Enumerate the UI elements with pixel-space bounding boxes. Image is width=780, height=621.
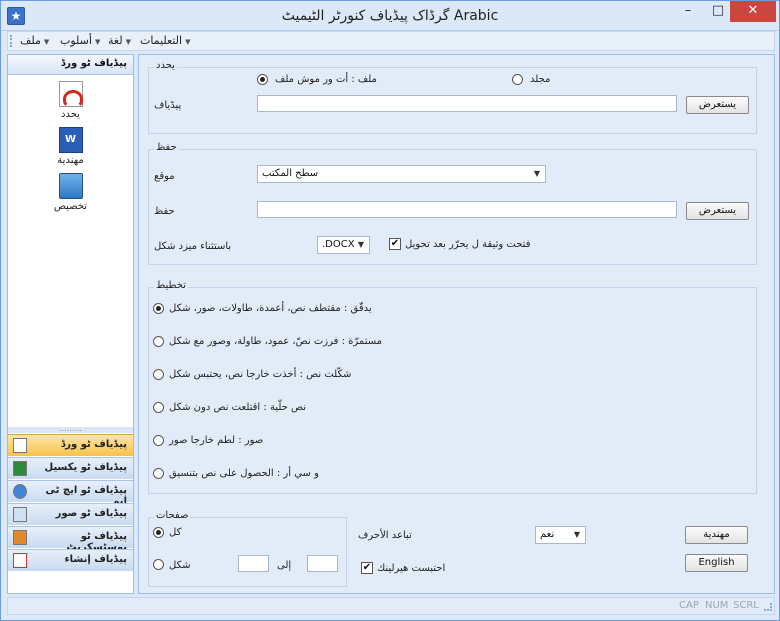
pdf-path-input[interactable] [257, 95, 677, 112]
file-radio[interactable] [257, 74, 268, 85]
menu-file[interactable]: ملف ▼ [20, 34, 49, 47]
nav-pdf-to-html[interactable]: پیڈیاف ٹو ایچ ٹی ایم [8, 480, 133, 507]
save-path-input[interactable] [257, 201, 677, 218]
html-icon [13, 484, 27, 499]
close-button[interactable]: ✕ [730, 1, 776, 22]
menu-bar: التعليمات ▼ لغة ▼ أسلوب ▼ ملف ▼ [7, 31, 775, 51]
chevron-down-icon: ▼ [185, 38, 191, 46]
pdf-label: پیڈیاف [154, 100, 182, 111]
location-select[interactable]: سطح المكتب ▼ [257, 165, 546, 183]
nav-pdf-to-images[interactable]: پیڈیاف ٹو صور [8, 503, 133, 525]
layout-radio-plain-text[interactable] [153, 402, 164, 413]
hyperlink-label: احتبست هيرلينك [377, 563, 446, 574]
page-from-input[interactable] [238, 555, 269, 572]
select-group: يحدد ملف : أت ور موش ملف مجلد پیڈیاف يست… [148, 60, 757, 134]
computer-icon [58, 173, 83, 199]
layout-option-exact: يدقّق : مقتطف نص، أعمدة، طاولات، صور، شك… [169, 303, 372, 314]
chevron-down-icon: ▼ [533, 169, 540, 178]
page-to-input[interactable] [307, 555, 338, 572]
pages-group: صفحات كل شكل إلى [148, 510, 347, 587]
mohandia-button[interactable]: مهندية [685, 526, 748, 544]
layout-radio-images[interactable] [153, 435, 164, 446]
format-label: باستثناء ميزد شكل [154, 241, 232, 252]
layout-radio-exact[interactable] [153, 303, 164, 314]
word-doc-icon [13, 438, 27, 453]
nav-pdf-to-postscript[interactable]: پیڈیاف ٹو بوسٹسکریٹ [8, 526, 133, 553]
english-button[interactable]: English [685, 554, 748, 572]
pages-range-label: شكل [169, 560, 191, 571]
layout-group: تخطيط يدقّق : مقتطف نص، أعمدة، طاولات، ص… [148, 280, 757, 494]
scroll-lock-indicator: SCRL [733, 600, 759, 611]
layout-radio-flowing[interactable] [153, 336, 164, 347]
main-panel: يحدد ملف : أت ور موش ملف مجلد پیڈیاف يست… [138, 54, 775, 594]
pages-all-radio[interactable] [153, 527, 164, 538]
sidebar-item-label: مهندية [57, 155, 84, 166]
minimize-button[interactable]: – [673, 1, 703, 22]
layout-radio-formatted-text[interactable] [153, 369, 164, 380]
menu-help[interactable]: التعليمات ▼ [140, 34, 190, 47]
layout-radio-ocr[interactable] [153, 468, 164, 479]
layout-option-ocr: و سي أر : الحصول على نص بتنسيق [169, 468, 319, 479]
nav-pdf-create[interactable]: پیڈیاف إنشاء [8, 549, 133, 571]
title-bar: ★ گرڈاک پیڈیاف کنورٹر الٹیمیٹ Arabic – □… [1, 1, 779, 31]
caps-lock-indicator: CAP [679, 600, 699, 611]
toolbar-grip[interactable] [10, 35, 13, 47]
sidebar-item-mohandia[interactable]: W مهندية [8, 127, 133, 166]
location-label: موقع [154, 171, 175, 182]
open-after-label: فتحت وثيقة ل يحرّر بعد تحويل [405, 239, 531, 250]
group-label: حفظ [154, 142, 179, 153]
sidebar-item-customize[interactable]: تخصيص [8, 173, 133, 212]
pages-all-label: كل [169, 527, 182, 538]
file-label: ملف : أت ور موش ملف [275, 74, 377, 85]
chevron-down-icon: ▼ [357, 240, 364, 249]
pages-range-radio[interactable] [153, 559, 164, 570]
hyperlink-checkbox[interactable]: ✔ [361, 562, 373, 574]
char-spacing-label: تباعد الأحرف [358, 530, 412, 541]
layout-option-flowing: مستمرّة : فرزت نصّ، عمود، طاولة، وصور مع… [169, 336, 382, 347]
sidebar: پیڈیاف ٹو ورڈ يحدد W مهندية تخصيص ......… [7, 54, 134, 594]
menu-style[interactable]: أسلوب ▼ [60, 34, 100, 47]
chevron-down-icon: ▼ [573, 530, 580, 539]
sidebar-item-label: تخصيص [53, 201, 88, 212]
browse-pdf-button[interactable]: يستعرض [686, 96, 749, 114]
group-label: تخطيط [154, 280, 188, 291]
to-label: إلى [277, 560, 292, 571]
postscript-icon [13, 530, 27, 545]
app-window: ★ گرڈاک پیڈیاف کنورٹر الٹیمیٹ Arabic – □… [0, 0, 780, 621]
layout-option-plain-text: نص حلّية : اقتلعت نص دون شكل [169, 402, 307, 413]
format-select[interactable]: .DOCX ▼ [317, 236, 370, 254]
group-label: صفحات [154, 510, 191, 521]
save-group: حفظ موقع سطح المكتب ▼ حفظ يستعرض باستثناء… [148, 142, 757, 265]
group-label: يحدد [154, 60, 177, 71]
chevron-down-icon: ▼ [43, 38, 50, 46]
resize-grip[interactable] [764, 603, 772, 611]
sidebar-splitter[interactable]: ......... [8, 425, 133, 433]
maximize-button[interactable]: □ [703, 1, 733, 22]
open-after-checkbox[interactable]: ✔ [389, 238, 401, 250]
nav-pdf-to-excel[interactable]: پیڈیاف ٹو یکسیل [8, 457, 133, 479]
char-spacing-select[interactable]: نعم ▼ [535, 526, 586, 544]
pdf-icon [13, 553, 27, 568]
nav-pdf-to-word[interactable]: پیڈیاف ٹو ورڈ [8, 434, 133, 456]
pdf-icon [58, 81, 83, 108]
folder-label: مجلد [530, 74, 551, 85]
num-lock-indicator: NUM [705, 600, 729, 611]
sidebar-item-label: يحدد [61, 109, 80, 120]
chevron-down-icon: ▼ [125, 38, 131, 46]
status-bar: CAP NUM SCRL [7, 597, 775, 615]
image-icon [13, 507, 27, 522]
sidebar-item-select[interactable]: يحدد [8, 81, 133, 120]
save-label: حفظ [154, 206, 175, 217]
layout-option-formatted-text: شكّلت نص : أخذت خارجا نص، يحتبس شكل [169, 369, 352, 380]
layout-option-images: صور : لطم خارجا صور [169, 435, 264, 446]
window-title: گرڈاک پیڈیاف کنورٹر الٹیمیٹ Arabic [281, 8, 499, 24]
browse-save-button[interactable]: يستعرض [686, 202, 749, 220]
menu-language[interactable]: لغة ▼ [108, 34, 131, 47]
sidebar-header: پیڈیاف ٹو ورڈ [8, 55, 133, 75]
chevron-down-icon: ▼ [94, 38, 101, 46]
word-doc-icon: W [58, 127, 83, 153]
excel-icon [13, 461, 27, 476]
folder-radio[interactable] [512, 74, 523, 85]
